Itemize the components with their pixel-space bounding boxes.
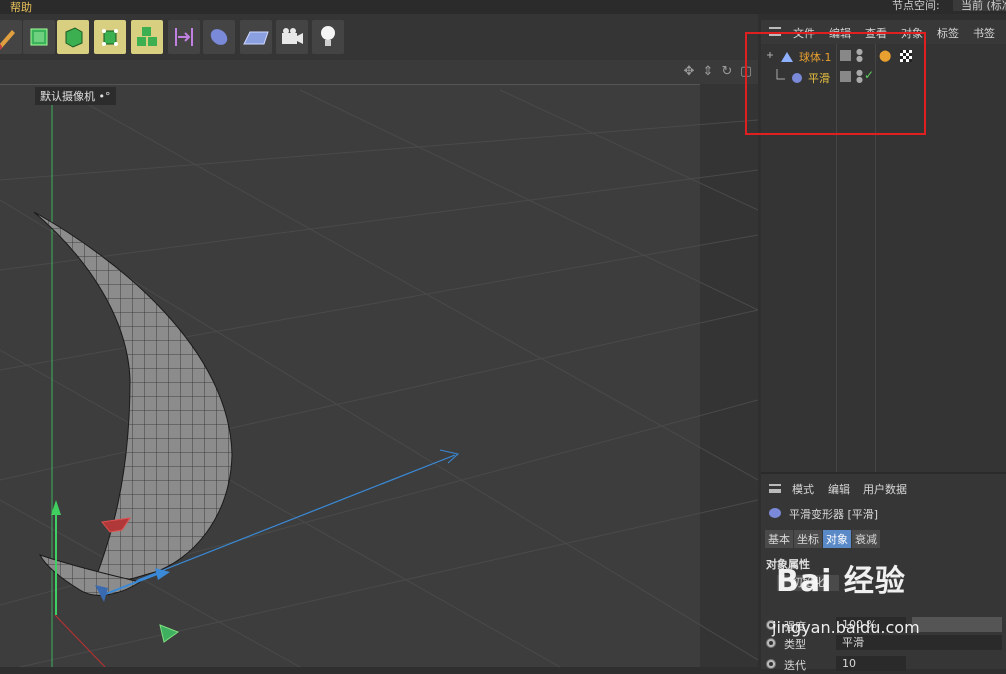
property-label: 迭代: [784, 659, 806, 672]
cube-icon: [30, 28, 48, 46]
tab-object[interactable]: 对象: [823, 530, 851, 548]
iterations-field[interactable]: 10: [836, 656, 906, 671]
baidu-watermark: Bai 经验 jingyan.baidu.com: [772, 556, 1006, 646]
floor-tool-button[interactable]: [240, 20, 272, 54]
attribute-tabs: 基本 坐标 对象 衰减: [765, 530, 880, 548]
viewport-nav-icons: ✥ ⇕ ↻ ▢: [681, 64, 754, 80]
property-iterations: 迭代 10: [766, 656, 1006, 674]
cube-tool-button[interactable]: [23, 20, 55, 54]
menu-edit[interactable]: 编辑: [828, 481, 850, 497]
camera-icon: [282, 28, 303, 44]
z-axis-line: [54, 614, 106, 667]
menu-mode[interactable]: 模式: [792, 481, 814, 497]
arrow-bar-icon: [175, 28, 193, 46]
brush-icon: [0, 30, 15, 50]
camera-tool-button[interactable]: [276, 20, 308, 54]
node-space-label: 节点空间:: [892, 0, 940, 12]
camera-label-dot: •°: [98, 90, 111, 103]
menu-userdata[interactable]: 用户数据: [863, 481, 907, 497]
camera-label[interactable]: 默认摄像机 •°: [35, 87, 116, 105]
array-tool-button[interactable]: [131, 20, 163, 54]
tab-coord[interactable]: 坐标: [794, 530, 822, 548]
viewport-canvas: [0, 84, 758, 667]
node-space-select[interactable]: 当前 (标准/物理): [953, 0, 1006, 11]
main-toolbar: [0, 14, 758, 60]
deformer-icon: [210, 29, 228, 45]
highlight-box: [745, 32, 926, 135]
paint-tool-button[interactable]: [0, 20, 22, 54]
zoom-view-icon[interactable]: ⇕: [700, 64, 716, 80]
viewport[interactable]: 默认摄像机 •° ✥ ⇕ ↻ ▢: [0, 60, 758, 667]
point-mode-button[interactable]: [94, 20, 126, 54]
watermark-logo: Bai 经验: [776, 564, 906, 599]
x-axis-arrowhead: [439, 449, 460, 464]
bend-tool-button[interactable]: [168, 20, 200, 54]
menu-bookmarks[interactable]: 书签: [973, 25, 995, 41]
object-cube-icon: [65, 27, 83, 48]
object-mode-button[interactable]: [57, 20, 89, 54]
animate-radio-icon[interactable]: [766, 659, 776, 669]
rotate-view-icon[interactable]: ↻: [719, 64, 735, 80]
menubar: 帮助 节点空间: 当前 (标准/物理): [0, 0, 1006, 14]
attribute-title: 平滑变形器 [平滑]: [789, 508, 879, 521]
menu-help[interactable]: 帮助: [10, 0, 32, 15]
menu-tags[interactable]: 标签: [937, 25, 959, 41]
watermark-url: jingyan.baidu.com: [772, 618, 920, 637]
camera-label-text: 默认摄像机: [40, 90, 95, 103]
smooth-deformer-icon: [769, 508, 781, 518]
animate-radio-icon[interactable]: [766, 638, 776, 648]
lightbulb-icon: [321, 26, 335, 46]
move-view-icon[interactable]: ✥: [681, 64, 697, 80]
smooth-tool-button[interactable]: [203, 20, 235, 54]
tab-falloff[interactable]: 衰减: [852, 530, 880, 548]
points-icon: [102, 29, 118, 46]
cubes-icon: [137, 27, 157, 46]
floor-icon: [243, 31, 269, 45]
tab-basic[interactable]: 基本: [765, 530, 793, 548]
light-tool-button[interactable]: [312, 20, 344, 54]
sail-mesh[interactable]: [33, 211, 233, 586]
menu-icon[interactable]: [769, 484, 781, 493]
attribute-manager-menu: 模式 编辑 用户数据: [761, 474, 1006, 498]
